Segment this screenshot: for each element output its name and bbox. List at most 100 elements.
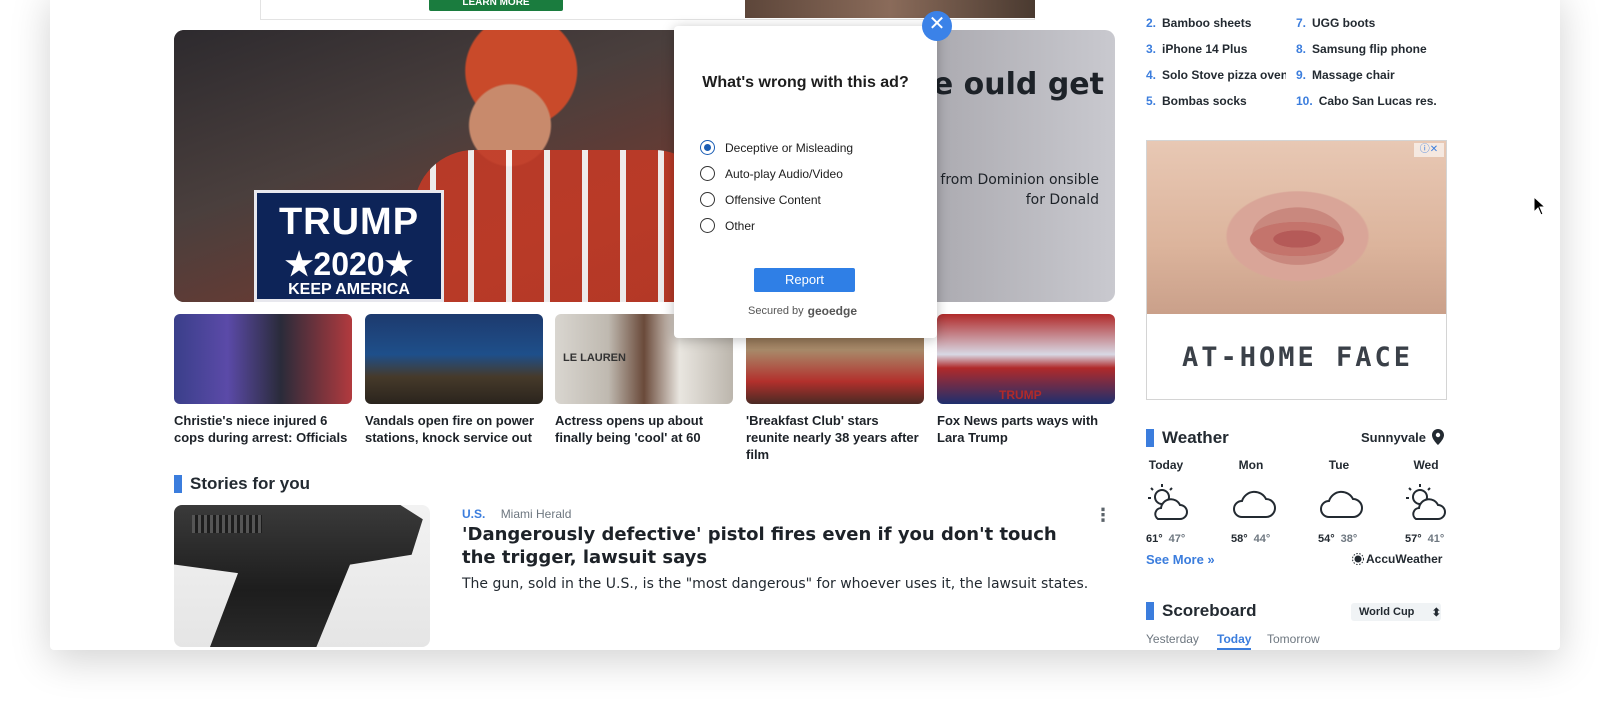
close-icon[interactable]: ✕: [922, 11, 952, 41]
sign-line-3: KEEP AMERICA: [288, 281, 410, 298]
ad-feedback-dialog: What's wrong with this ad? Deceptive or …: [674, 26, 937, 338]
stories-title: Stories for you: [190, 474, 310, 493]
top-ad-image[interactable]: [745, 0, 1035, 18]
option-label[interactable]: Deceptive or Misleading: [725, 141, 853, 155]
forecast-temps: 58° 44°: [1231, 533, 1271, 545]
thumb-story[interactable]: TRUMP Fox News parts ways with Lara Trum…: [937, 314, 1115, 446]
hero-image[interactable]: TRUMP ★2020★ KEEP AMERICA: [174, 30, 734, 302]
forecast-temps: 61° 47°: [1146, 533, 1186, 545]
thumb-image[interactable]: [174, 314, 352, 404]
thumb-caption[interactable]: Vandals open fire on power stations, kno…: [365, 412, 543, 446]
league-select[interactable]: World Cup ⬍: [1351, 603, 1441, 621]
thumb-image-text: TRUMP: [999, 388, 1042, 402]
radio-button[interactable]: [700, 192, 715, 207]
weather-provider: AccuWeather: [1366, 552, 1443, 566]
sidebar-ad[interactable]: ⓘ✕ AT-HOME FACE LIFT: [1146, 140, 1447, 400]
cloudy-icon: [1320, 490, 1363, 518]
thumb-story[interactable]: Christie's niece injured 6 cops during a…: [174, 314, 352, 446]
weather-see-more-link[interactable]: See More »: [1146, 552, 1215, 567]
trending-item[interactable]: 7. UGG boots: [1296, 16, 1436, 30]
thumb-caption[interactable]: Fox News parts ways with Lara Trump: [937, 412, 1115, 446]
scoreboard-header: Scoreboard: [1146, 601, 1256, 621]
weather-header: Weather: [1146, 428, 1229, 448]
option-label[interactable]: Auto-play Audio/Video: [725, 167, 843, 181]
tab-yesterday[interactable]: Yesterday: [1146, 632, 1199, 646]
stories-header: Stories for you: [174, 474, 310, 494]
option-autoplay[interactable]: Auto-play Audio/Video: [700, 166, 843, 181]
weather-location[interactable]: Sunnyvale: [1361, 429, 1445, 445]
story-image[interactable]: [174, 505, 430, 647]
hero-image-shirt: [414, 150, 714, 302]
forecast-day: Mon: [1238, 458, 1264, 472]
forecast-temps: 54° 38°: [1318, 533, 1358, 545]
story-category[interactable]: U.S.: [462, 507, 485, 521]
forecast-day: Tue: [1328, 458, 1350, 472]
radio-button[interactable]: [700, 166, 715, 181]
radio-button[interactable]: [700, 218, 715, 233]
trending-item[interactable]: 2. Bamboo sheets: [1146, 16, 1286, 30]
story-meta: U.S. Miami Herald: [462, 507, 571, 521]
right-rail: 2. Bamboo sheets 3. iPhone 14 Plus 4. Solo …: [1146, 0, 1447, 701]
thumb-caption[interactable]: Actress opens up about finally being 'co…: [555, 412, 733, 446]
option-offensive[interactable]: Offensive Content: [700, 192, 821, 207]
pistol-image: [174, 505, 423, 647]
thumb-caption[interactable]: Christie's niece injured 6 cops during a…: [174, 412, 352, 446]
story-summary: The gun, sold in the U.S., is the "most …: [462, 576, 1089, 592]
trending-item[interactable]: 4. Solo Stove pizza oven: [1146, 68, 1286, 82]
sign-line-2: ★2020★: [284, 246, 414, 282]
ad-headline[interactable]: AT-HOME FACE LIFT: [1147, 314, 1446, 399]
trending-item[interactable]: 3. iPhone 14 Plus: [1146, 42, 1286, 56]
section-accent-bar: [1146, 429, 1154, 447]
thumbnail-stories: Christie's niece injured 6 cops during a…: [174, 314, 1115, 462]
sign-line-1: TRUMP: [278, 201, 420, 243]
dialog-title: What's wrong with this ad?: [702, 74, 909, 91]
secured-by-label: Secured by: [748, 305, 804, 317]
story-headline[interactable]: 'Dangerously defective' pistol fires eve…: [462, 523, 1082, 569]
weather-location-name[interactable]: Sunnyvale: [1361, 430, 1426, 445]
forecast-day: Today: [1148, 458, 1184, 472]
sun-icon: [1352, 553, 1364, 565]
option-other[interactable]: Other: [700, 218, 755, 233]
trending-item[interactable]: 10. Cabo San Lucas res...: [1296, 94, 1436, 108]
ad-image[interactable]: [1147, 141, 1446, 314]
learn-more-button[interactable]: LEARN MORE: [429, 0, 563, 11]
location-pin-icon[interactable]: [1432, 429, 1445, 445]
cloudy-icon: [1233, 490, 1276, 518]
thumb-image[interactable]: TRUMP: [937, 314, 1115, 404]
scoreboard-title: Scoreboard: [1162, 601, 1257, 620]
ad-image-mouth: [1242, 219, 1352, 259]
select-arrow-icon: ⬍: [1431, 607, 1441, 619]
more-options-icon[interactable]: ⋮: [1094, 505, 1112, 527]
tab-tomorrow[interactable]: Tomorrow: [1267, 632, 1320, 646]
story-card[interactable]: U.S. Miami Herald 'Dangerously defective…: [174, 505, 1115, 647]
league-select-value: World Cup: [1359, 606, 1415, 618]
thumb-image-text: LE LAUREN: [563, 352, 626, 364]
option-label[interactable]: Offensive Content: [725, 193, 821, 207]
section-accent-bar: [174, 475, 182, 493]
page: LEARN MORE TRUMP ★2020★ KEEP AMERICA ght…: [0, 0, 1612, 701]
pistol-serrations: [192, 515, 262, 533]
forecast-temps: 57° 41°: [1405, 533, 1445, 545]
hero-image-sign: TRUMP ★2020★ KEEP AMERICA: [254, 190, 444, 302]
report-button[interactable]: Report: [754, 268, 855, 292]
adchoices-icon[interactable]: ⓘ✕: [1414, 143, 1444, 157]
option-label[interactable]: Other: [725, 219, 755, 233]
trending-item[interactable]: 8. Samsung flip phone: [1296, 42, 1436, 56]
trending-item[interactable]: 5. Bombas socks: [1146, 94, 1286, 108]
weather-title: Weather: [1162, 428, 1229, 447]
thumb-caption[interactable]: 'Breakfast Club' stars reunite nearly 38…: [746, 412, 924, 463]
story-source: Miami Herald: [500, 507, 572, 521]
thumb-story[interactable]: Vandals open fire on power stations, kno…: [365, 314, 543, 446]
thumb-image[interactable]: [365, 314, 543, 404]
geoedge-logo: geoedge: [807, 304, 857, 318]
accuweather-logo[interactable]: AccuWeather: [1352, 552, 1442, 566]
option-deceptive[interactable]: Deceptive or Misleading: [700, 140, 853, 155]
secured-by: Secured by geoedge: [748, 304, 857, 318]
partly-cloudy-icon: [1148, 484, 1188, 520]
top-banner-ad[interactable]: LEARN MORE: [260, 0, 1035, 20]
trending-item[interactable]: 9. Massage chair: [1296, 68, 1436, 82]
hero-story[interactable]: TRUMP ★2020★ KEEP AMERICA ght case ould …: [174, 30, 1115, 302]
section-accent-bar: [1146, 602, 1154, 620]
tab-today[interactable]: Today: [1217, 632, 1252, 650]
radio-button[interactable]: [700, 140, 715, 155]
